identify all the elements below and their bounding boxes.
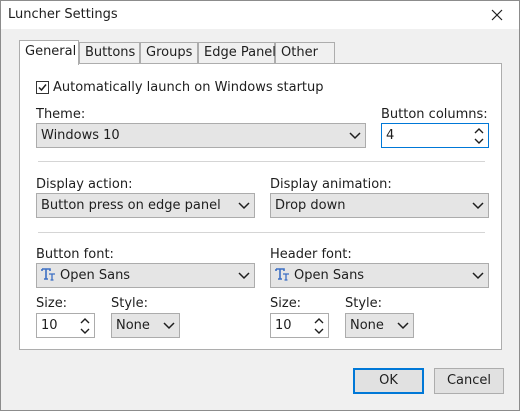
header-style-label: Style: xyxy=(345,296,383,311)
spin-arrows-icon[interactable] xyxy=(79,316,91,336)
chevron-down-icon xyxy=(349,124,361,147)
header-size-value: 10 xyxy=(275,318,292,333)
header-font-select[interactable]: Open Sans xyxy=(270,263,489,288)
spin-arrows-icon[interactable] xyxy=(473,126,485,146)
header-size-label: Size: xyxy=(270,296,302,311)
tab-buttons[interactable]: Buttons xyxy=(79,42,140,63)
header-font-label: Header font: xyxy=(270,247,352,262)
tab-other[interactable]: Other xyxy=(275,42,335,63)
display-animation-label: Display animation: xyxy=(270,177,392,192)
settings-window: Luncher Settings General Buttons Groups … xyxy=(0,0,520,411)
tab-general[interactable]: General xyxy=(19,40,79,65)
chevron-down-icon xyxy=(472,194,484,217)
button-columns-value: 4 xyxy=(386,128,395,143)
button-font-select[interactable]: Open Sans xyxy=(36,263,255,288)
close-button[interactable] xyxy=(475,1,519,29)
chevron-down-icon xyxy=(472,264,484,287)
general-panel: Automatically launch on Windows startup … xyxy=(19,63,502,350)
window-title: Luncher Settings xyxy=(8,7,118,22)
button-font-value: Open Sans xyxy=(60,268,131,283)
chevron-down-icon xyxy=(163,314,175,337)
autostart-checkbox[interactable] xyxy=(36,81,49,94)
ok-button[interactable]: OK xyxy=(353,368,424,394)
separator xyxy=(38,161,485,163)
checkmark-icon xyxy=(38,84,47,92)
autostart-label[interactable]: Automatically launch on Windows startup xyxy=(53,80,324,95)
theme-label: Theme: xyxy=(36,107,86,122)
tab-groups[interactable]: Groups xyxy=(140,42,198,63)
header-style-value: None xyxy=(350,318,384,333)
header-style-select[interactable]: None xyxy=(345,313,414,338)
close-icon xyxy=(491,9,503,21)
display-animation-select[interactable]: Drop down xyxy=(270,193,489,218)
font-icon xyxy=(275,268,289,281)
button-columns-label: Button columns: xyxy=(381,107,488,122)
display-animation-value: Drop down xyxy=(275,198,346,213)
separator xyxy=(38,232,485,234)
button-font-label: Button font: xyxy=(36,247,114,262)
chevron-down-icon xyxy=(397,314,409,337)
font-icon xyxy=(41,268,55,281)
chevron-down-icon xyxy=(238,264,250,287)
tab-edge-panel[interactable]: Edge Panel xyxy=(198,42,276,63)
button-style-label: Style: xyxy=(111,296,149,311)
title-bar: Luncher Settings xyxy=(1,1,519,29)
cancel-button[interactable]: Cancel xyxy=(434,368,504,394)
button-size-label: Size: xyxy=(36,296,68,311)
theme-value: Windows 10 xyxy=(41,128,120,143)
button-style-select[interactable]: None xyxy=(111,313,180,338)
button-columns-stepper[interactable]: 4 xyxy=(381,123,489,148)
header-font-value: Open Sans xyxy=(294,268,365,283)
spin-arrows-icon[interactable] xyxy=(313,316,325,336)
button-size-value: 10 xyxy=(41,318,58,333)
display-action-label: Display action: xyxy=(36,177,133,192)
button-style-value: None xyxy=(116,318,150,333)
button-size-stepper[interactable]: 10 xyxy=(36,313,95,338)
display-action-select[interactable]: Button press on edge panel xyxy=(36,193,255,218)
display-action-value: Button press on edge panel xyxy=(41,198,221,213)
header-size-stepper[interactable]: 10 xyxy=(270,313,329,338)
chevron-down-icon xyxy=(238,194,250,217)
theme-select[interactable]: Windows 10 xyxy=(36,123,366,148)
